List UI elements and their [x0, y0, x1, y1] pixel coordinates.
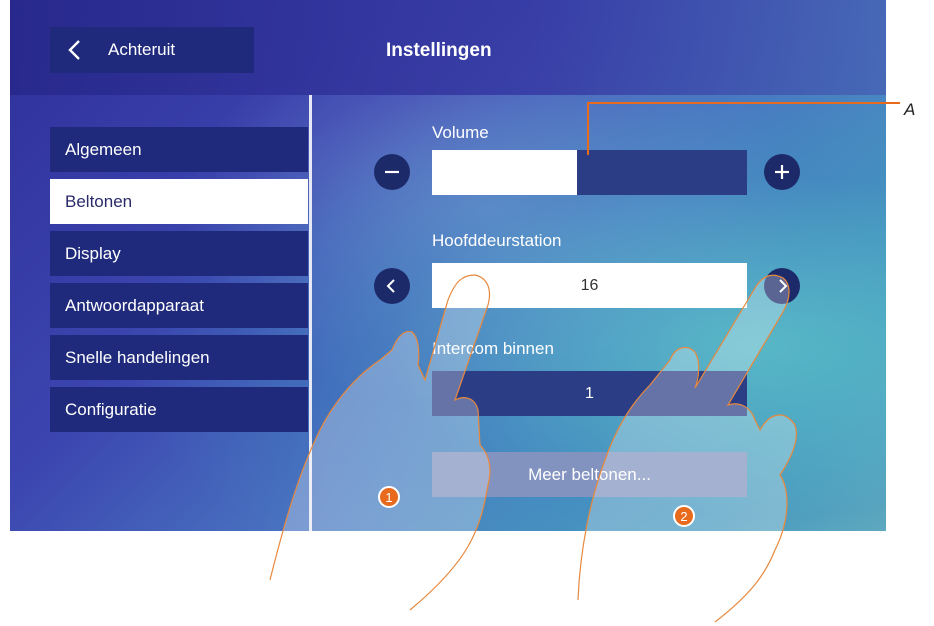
hand-left-outline: [269, 274, 491, 611]
hand-right-outline: [577, 274, 797, 623]
step-badge-1: 1: [378, 486, 400, 508]
step-badge-2: 2: [673, 505, 695, 527]
callout-line: [587, 102, 900, 155]
hand-illustrations: [269, 102, 900, 623]
callout-label-a: A: [904, 100, 916, 119]
